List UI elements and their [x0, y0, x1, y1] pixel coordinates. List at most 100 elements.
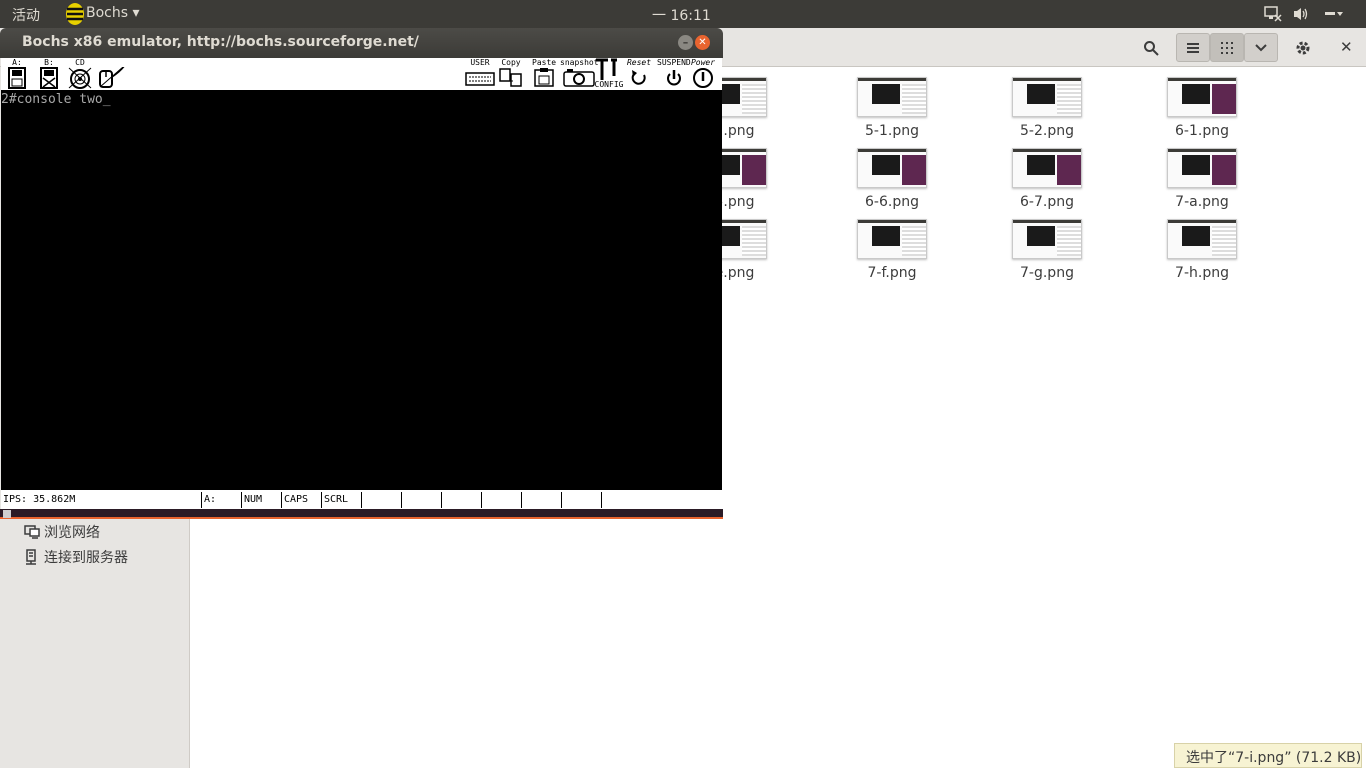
resize-grip[interactable] — [3, 510, 11, 518]
copy-button[interactable]: Copy — [498, 58, 524, 87]
sidebar-item-connect-server[interactable]: 连接到服务器 — [24, 548, 128, 566]
copy-icon — [499, 68, 522, 87]
status-cell — [561, 492, 601, 508]
suspend-label: SUSPEND — [657, 58, 691, 67]
ips-readout: IPS: 35.862M — [3, 494, 76, 505]
cdrom-label: CD — [75, 58, 85, 67]
app-menu[interactable]: Bochs ▾ — [86, 5, 140, 21]
config-button[interactable]: CONFIG — [594, 58, 624, 89]
network-icon[interactable] — [1264, 6, 1282, 22]
status-cell — [401, 492, 441, 508]
user-label: USER — [470, 58, 490, 67]
boot-button[interactable] — [97, 58, 127, 89]
bochs-window: Bochs x86 emulator, http://bochs.sourcef… — [0, 28, 723, 519]
bochs-bottom-edge — [0, 509, 723, 519]
list-view-icon — [1187, 42, 1199, 53]
reset-label: Reset — [626, 58, 652, 67]
file-thumbnail — [1167, 219, 1237, 259]
settings-button[interactable] — [1288, 33, 1318, 62]
list-view-button[interactable] — [1176, 33, 1210, 62]
file-name: 5-2.png — [1020, 123, 1074, 139]
volume-icon[interactable] — [1293, 6, 1309, 22]
file-name: 7-a.png — [1175, 194, 1229, 210]
power-label: Power — [690, 58, 716, 67]
file-item[interactable]: 7-f.png — [832, 219, 952, 281]
sidebar-item-browse-network[interactable]: 浏览网络 — [24, 523, 100, 541]
cdrom-button[interactable]: CD — [67, 58, 93, 89]
floppy-a-label: A: — [12, 58, 22, 67]
file-thumbnail — [857, 148, 927, 188]
snapshot-button[interactable]: snapshot — [560, 58, 599, 87]
floppy-icon — [40, 67, 58, 89]
suspend-icon — [666, 70, 681, 86]
file-thumbnail — [1012, 148, 1082, 188]
file-item[interactable]: 7-g.png — [987, 219, 1107, 281]
file-thumbnail — [1167, 148, 1237, 188]
power-button[interactable]: Power — [690, 58, 716, 89]
bochs-app-icon — [64, 0, 86, 28]
network-icon — [24, 525, 40, 539]
reset-button[interactable]: Reset — [626, 58, 652, 87]
file-item[interactable]: 7-a.png — [1142, 148, 1262, 210]
file-item[interactable]: 6-6.png — [832, 148, 952, 210]
suspend-button[interactable]: SUSPEND — [657, 58, 691, 87]
selection-status: 选中了“7-i.png” (71.2 KB) — [1174, 743, 1362, 768]
close-icon[interactable]: ✕ — [695, 35, 710, 50]
file-name: 7-h.png — [1175, 265, 1229, 281]
grid-view-button[interactable] — [1210, 33, 1244, 62]
file-item[interactable]: 6-7.png — [987, 148, 1107, 210]
settings-menu-icon[interactable] — [1324, 6, 1344, 22]
sidebar-item-label: 浏览网络 — [44, 525, 100, 541]
file-name: 7-f.png — [867, 265, 917, 281]
bochs-statusbar: IPS: 35.862M A: NUM CAPS SCRL — [1, 490, 722, 509]
file-item[interactable]: 7-h.png — [1142, 219, 1262, 281]
paste-label: Paste — [532, 58, 557, 67]
paste-button[interactable]: Paste — [532, 58, 556, 87]
bochs-titlebar[interactable]: Bochs x86 emulator, http://bochs.sourcef… — [0, 28, 723, 58]
grid-view-icon — [1221, 41, 1233, 54]
paste-icon — [534, 68, 554, 87]
minimize-icon[interactable]: – — [678, 35, 693, 50]
clock[interactable]: 一 16:11 — [652, 5, 711, 25]
file-name: 6-7.png — [1020, 194, 1074, 210]
file-thumbnail — [857, 219, 927, 259]
status-cell — [521, 492, 561, 508]
floppy-a-button[interactable]: A: — [5, 58, 29, 89]
file-name: 7-g.png — [1020, 265, 1074, 281]
status-cell — [361, 492, 401, 508]
floppy-icon — [8, 67, 26, 89]
view-options-button[interactable] — [1244, 33, 1278, 62]
window-title: Bochs x86 emulator, http://bochs.sourcef… — [22, 34, 419, 50]
caps-lock-indicator: CAPS — [281, 492, 321, 508]
file-item[interactable]: 6-1.png — [1142, 77, 1262, 139]
top-panel: 活动 Bochs ▾ 一 16:11 — [0, 0, 1366, 28]
floppy-b-label: B: — [44, 58, 54, 67]
search-icon — [1144, 40, 1159, 56]
search-button[interactable] — [1136, 33, 1166, 62]
wrench-icon — [596, 58, 617, 80]
config-label: CONFIG — [594, 80, 624, 89]
user-button[interactable]: USER — [465, 58, 495, 87]
floppy-b-button[interactable]: B: — [37, 58, 61, 89]
close-icon[interactable]: ✕ — [1340, 38, 1353, 56]
camera-icon — [563, 69, 596, 87]
keyboard-icon — [465, 72, 495, 86]
chevron-down-icon — [1255, 43, 1267, 51]
status-cell — [601, 492, 722, 508]
file-thumbnail — [1012, 77, 1082, 117]
emulator-display[interactable]: 2#console two_ — [1, 90, 722, 490]
bochs-toolbar: A: B: CD USER Copy Paste snapshot CONFIG… — [1, 58, 722, 90]
status-cell — [481, 492, 521, 508]
server-icon — [26, 549, 36, 565]
console-line: 2#console two_ — [1, 92, 111, 107]
activities-button[interactable]: 活动 — [12, 5, 40, 25]
power-icon — [693, 68, 713, 88]
num-lock-indicator: NUM — [241, 492, 281, 508]
file-name: 6-1.png — [1175, 123, 1229, 139]
sidebar-item-label: 连接到服务器 — [44, 550, 128, 566]
file-thumbnail — [1012, 219, 1082, 259]
drive-indicator: A: — [201, 492, 241, 508]
mouse-icon — [99, 67, 125, 88]
file-item[interactable]: 5-2.png — [987, 77, 1107, 139]
file-item[interactable]: 5-1.png — [832, 77, 952, 139]
